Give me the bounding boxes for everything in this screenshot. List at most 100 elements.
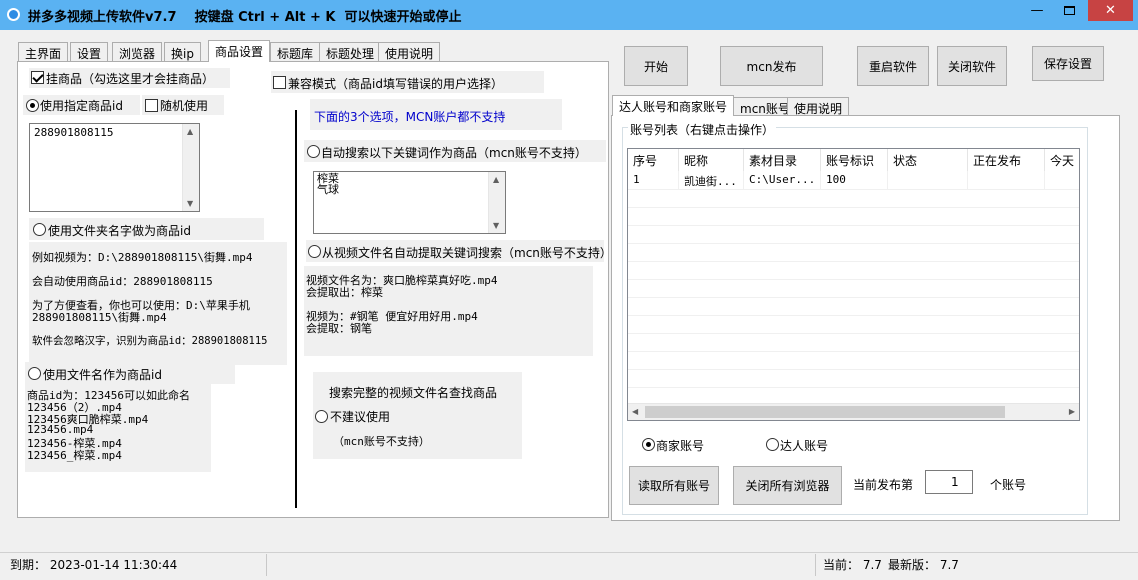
goods-id-textarea[interactable]: 288901808115 ▲ ▼: [29, 123, 200, 212]
example-line-1: 例如视频为：D:\288901808115\街舞.mp4: [32, 251, 253, 264]
column-header-today[interactable]: 今天: [1045, 149, 1079, 171]
column-header-account-id[interactable]: 账号标识: [821, 149, 888, 171]
account-list-title: 账号列表（右键点击操作）: [628, 121, 777, 138]
status-separator: [266, 554, 267, 576]
tab-browser[interactable]: 浏览器: [112, 42, 163, 62]
tab-title-library[interactable]: 标题库: [270, 42, 321, 62]
row-gridline: [628, 387, 1079, 388]
row-gridline: [628, 315, 1079, 316]
use-specified-id-radio[interactable]: [26, 98, 39, 112]
merchant-account-radio[interactable]: [642, 437, 655, 451]
tab-change-ip[interactable]: 换ip: [164, 42, 201, 62]
mcn-notice-text: 下面的3个选项，MCN账户都不支持: [314, 110, 506, 124]
subtab-talent-merchant[interactable]: 达人账号和商家账号: [612, 95, 735, 116]
goods-id-value: 288901808115: [34, 126, 114, 139]
account-table[interactable]: 序号 昵称 素材目录 账号标识 状态 正在发布 今天 1 凯迪街... C:\U…: [627, 148, 1080, 421]
close-software-button[interactable]: 关闭软件: [937, 46, 1007, 86]
row-gridline: [628, 225, 1079, 226]
use-file-name-radio[interactable]: [28, 366, 41, 380]
talent-account-label: 达人账号: [780, 439, 829, 453]
maximize-button[interactable]: [1051, 0, 1088, 21]
auto-search-label: 自动搜索以下关键词作为商品（mcn账号不支持）: [321, 146, 587, 160]
row-gridline: [628, 189, 1079, 190]
random-use-label: 随机使用: [160, 99, 209, 113]
mcn-not-supported-label: （mcn账号不支持）: [333, 435, 430, 448]
row-gridline: [628, 207, 1079, 208]
scroll-thumb[interactable]: [645, 406, 1005, 418]
cell-account-id: 100: [821, 171, 888, 189]
row-gridline: [628, 243, 1079, 244]
restart-button[interactable]: 重启软件: [857, 46, 929, 86]
use-file-name-label: 使用文件名作为商品id: [43, 368, 162, 382]
auto-search-radio[interactable]: [307, 144, 320, 158]
example-line-2: 会自动使用商品id：288901808115: [32, 275, 213, 288]
keywords-textarea[interactable]: 榨菜 气球 ▲ ▼: [313, 171, 506, 234]
status-separator: [815, 554, 816, 576]
column-header-folder[interactable]: 素材目录: [744, 149, 821, 171]
tab-goods-settings[interactable]: 商品设置: [208, 40, 271, 62]
naming-line: 123456_榨菜.mp4: [27, 449, 122, 462]
close-button[interactable]: ✕: [1088, 0, 1133, 21]
row-gridline: [628, 279, 1079, 280]
scroll-left-icon[interactable]: ◀: [632, 407, 638, 416]
cell-index: 1: [628, 171, 679, 189]
row-gridline: [628, 351, 1079, 352]
cell-publishing: [968, 171, 1045, 189]
goods-id-scrollbar[interactable]: ▲ ▼: [182, 124, 199, 211]
extract-line: 会提取出：榨菜: [306, 286, 383, 299]
mcn-publish-button[interactable]: mcn发布: [720, 46, 823, 86]
cell-folder: C:\User...: [744, 171, 821, 189]
row-gridline: [628, 333, 1079, 334]
row-gridline: [628, 297, 1079, 298]
merchant-account-label: 商家账号: [656, 439, 705, 453]
app-icon: [7, 8, 20, 21]
tab-settings[interactable]: 设置: [70, 42, 109, 62]
column-header-nickname[interactable]: 昵称: [679, 149, 744, 171]
read-accounts-button[interactable]: 读取所有账号: [629, 466, 719, 505]
vertical-divider: [295, 110, 297, 508]
current-version-text: 当前： 7.7: [823, 558, 882, 572]
extract-line: 会提取：钢笔: [306, 322, 372, 335]
full-search-radio[interactable]: [315, 409, 328, 423]
compat-mode-checkbox[interactable]: [273, 75, 286, 89]
example-line-3b: 288901808115\街舞.mp4: [32, 311, 167, 324]
close-browsers-button[interactable]: 关闭所有浏览器: [733, 466, 842, 505]
table-horizontal-scrollbar[interactable]: ◀ ▶: [628, 403, 1079, 420]
example-line-4: 软件会忽略汉字，识别为商品id：288901808115: [32, 335, 268, 347]
use-folder-name-label: 使用文件夹名字做为商品id: [48, 224, 191, 238]
extract-label: 从视频文件名自动提取关键词搜索（mcn账号不支持）: [322, 246, 612, 260]
keywords-scrollbar[interactable]: ▲ ▼: [488, 172, 505, 233]
save-settings-button[interactable]: 保存设置: [1032, 46, 1104, 81]
latest-version-text: 最新版： 7.7: [888, 558, 959, 572]
column-header-status[interactable]: 状态: [888, 149, 968, 171]
row-gridline: [628, 369, 1079, 370]
tab-usage[interactable]: 使用说明: [378, 42, 441, 62]
maximize-icon: [1064, 6, 1075, 15]
current-publish-input[interactable]: 1: [925, 470, 973, 494]
cell-nickname: 凯迪街...: [679, 171, 744, 189]
window-title: 拼多多视频上传软件v7.7 按键盘 Ctrl + Alt + K 可以快速开始或…: [28, 10, 462, 25]
column-header-index[interactable]: 序号: [628, 149, 679, 171]
current-publish-label: 当前发布第: [853, 478, 914, 492]
tab-main[interactable]: 主界面: [18, 42, 69, 62]
keyword-line: 气球: [317, 183, 339, 196]
scroll-right-icon[interactable]: ▶: [1069, 407, 1075, 416]
cell-status: [888, 171, 968, 189]
expiry-text: 到期： 2023-01-14 11:30:44: [10, 558, 178, 572]
use-folder-name-radio[interactable]: [33, 222, 46, 236]
accounts-suffix-label: 个账号: [990, 478, 1027, 492]
start-button[interactable]: 开始: [624, 46, 688, 86]
extract-radio[interactable]: [308, 244, 321, 258]
minimize-button[interactable]: —: [1024, 0, 1050, 21]
subtab-usage[interactable]: 使用说明: [787, 97, 850, 116]
column-header-publishing[interactable]: 正在发布: [968, 149, 1045, 171]
row-gridline: [628, 261, 1079, 262]
hang-goods-checkbox[interactable]: [31, 70, 44, 84]
compat-mode-label: 兼容模式（商品id填写错误的用户选择）: [288, 77, 503, 91]
random-use-checkbox[interactable]: [145, 98, 158, 112]
cell-today: [1045, 171, 1079, 189]
tab-title-processing[interactable]: 标题处理: [319, 42, 382, 62]
talent-account-radio[interactable]: [766, 437, 779, 451]
use-specified-id-label: 使用指定商品id: [40, 99, 123, 113]
not-recommended-label: 不建议使用: [330, 410, 391, 424]
